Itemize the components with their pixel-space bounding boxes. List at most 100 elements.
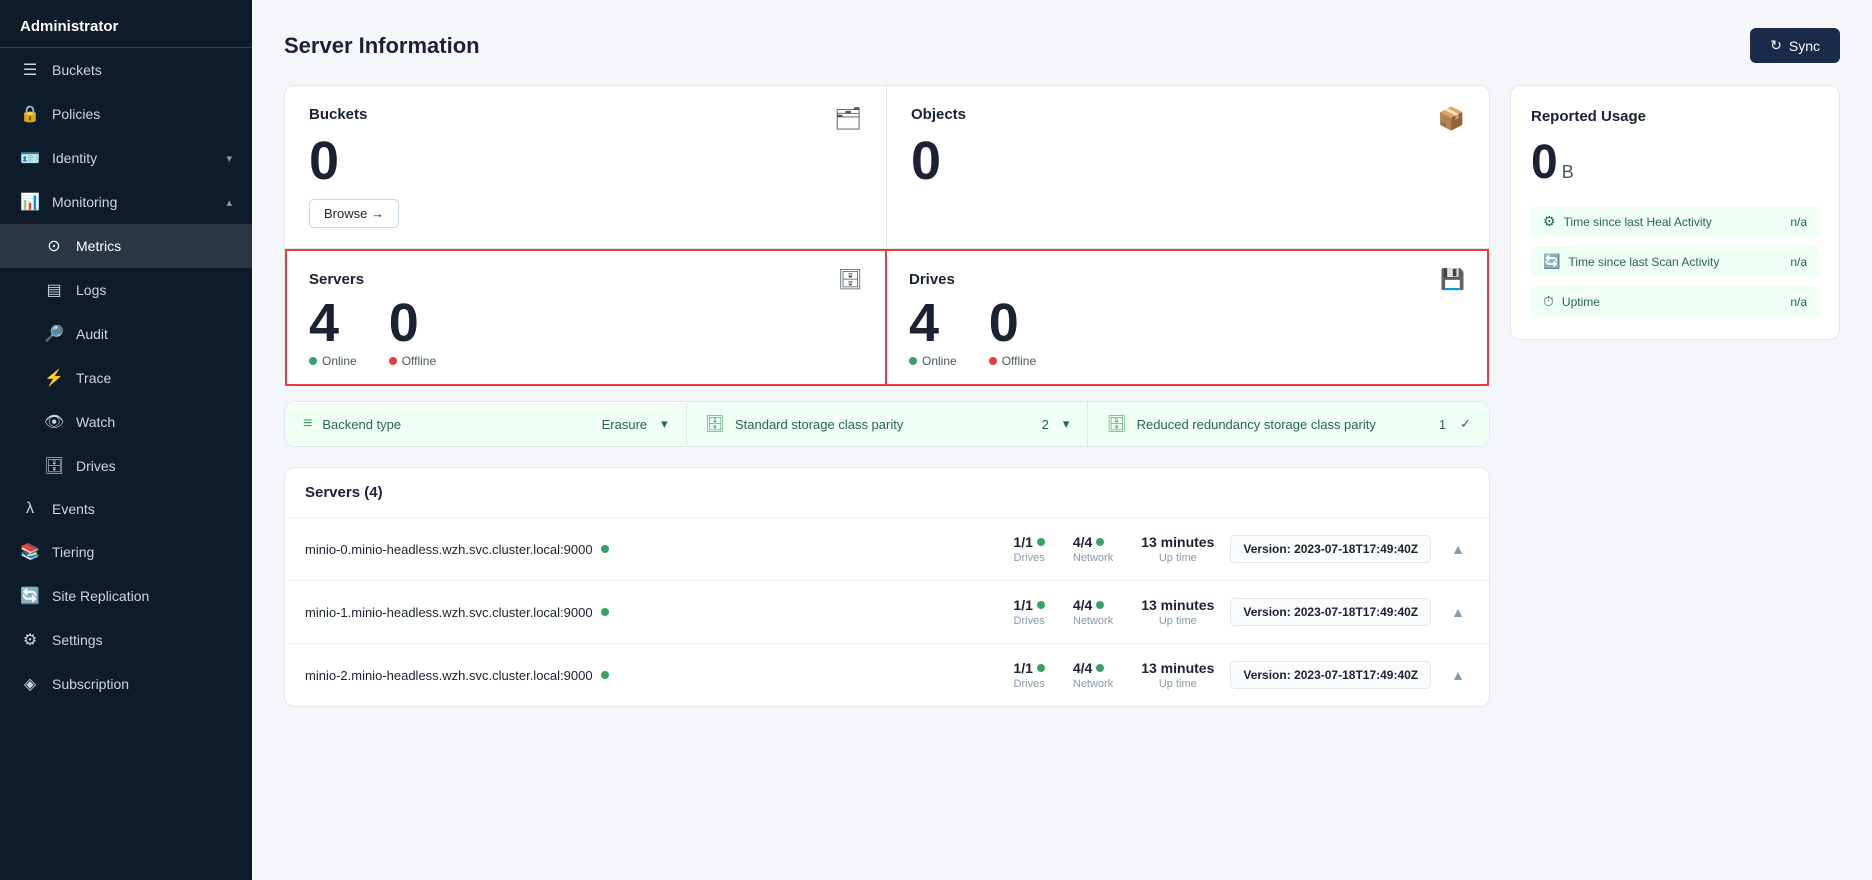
server-uptime-label-1: Up time xyxy=(1141,615,1214,627)
sidebar-item-events[interactable]: λ Events xyxy=(0,488,252,530)
server-status-dot-2 xyxy=(601,671,609,679)
sidebar-label-metrics: Metrics xyxy=(76,238,232,254)
network-stat-dot-0 xyxy=(1096,538,1104,546)
identity-chevron: ▾ xyxy=(226,152,232,165)
buckets-label: Buckets xyxy=(309,106,367,123)
drives-online-label: Online xyxy=(922,354,957,368)
server-uptime-stat-2: 13 minutes Up time xyxy=(1141,660,1214,690)
server-expand-0[interactable]: ▲ xyxy=(1447,537,1469,561)
server-name-text-2: minio-2.minio-headless.wzh.svc.cluster.l… xyxy=(305,668,593,683)
servers-stat-card: Servers 🗄 4 Online 0 xyxy=(285,249,887,386)
server-row-0: minio-0.minio-headless.wzh.svc.cluster.l… xyxy=(285,518,1489,581)
sidebar-item-watch[interactable]: 👁 Watch xyxy=(0,400,252,444)
server-uptime-label-0: Up time xyxy=(1141,552,1214,564)
sidebar-item-audit[interactable]: 🔎 Audit xyxy=(0,312,252,356)
objects-label: Objects xyxy=(911,106,966,123)
uptime-value: n/a xyxy=(1790,295,1807,309)
logs-icon: ▤ xyxy=(44,280,64,300)
sidebar-item-monitoring[interactable]: 📊 Monitoring ▴ xyxy=(0,180,252,224)
sidebar-item-identity[interactable]: 🪪 Identity ▾ xyxy=(0,136,252,180)
tiering-icon: 📚 xyxy=(20,542,40,562)
drives-offline-label: Offline xyxy=(1002,354,1036,368)
objects-value: 0 xyxy=(911,132,1465,191)
sidebar-item-trace[interactable]: ⚡ Trace xyxy=(0,356,252,400)
sidebar-item-settings[interactable]: ⚙ Settings xyxy=(0,618,252,662)
sidebar-label-watch: Watch xyxy=(76,414,232,430)
drives-stat-dot-1 xyxy=(1037,601,1045,609)
identity-icon: 🪪 xyxy=(20,148,40,168)
backend-label: Backend type xyxy=(322,417,591,432)
servers-section-title: Servers (4) xyxy=(285,468,1489,518)
server-drives-label-0: Drives xyxy=(1013,552,1044,564)
server-name-text-0: minio-0.minio-headless.wzh.svc.cluster.l… xyxy=(305,542,593,557)
server-drives-label-2: Drives xyxy=(1013,678,1044,690)
servers-section: Servers (4) minio-0.minio-headless.wzh.s… xyxy=(284,467,1490,707)
uptime-icon: ⏱ xyxy=(1543,293,1554,310)
server-row-1: minio-1.minio-headless.wzh.svc.cluster.l… xyxy=(285,581,1489,644)
browse-button[interactable]: Browse → xyxy=(309,199,399,228)
server-network-label-0: Network xyxy=(1073,552,1113,564)
server-drives-label-1: Drives xyxy=(1013,615,1044,627)
version-value-0: 2023-07-18T17:49:40Z xyxy=(1294,542,1418,556)
drives-online-dot xyxy=(909,357,917,365)
buckets-value: 0 xyxy=(309,132,862,191)
servers-stat-label: Servers xyxy=(309,271,364,288)
sidebar-item-tiering[interactable]: 📚 Tiering xyxy=(0,530,252,574)
scan-icon: 🔄 xyxy=(1543,253,1560,270)
standard-parity-label: Standard storage class parity xyxy=(735,417,1032,432)
objects-card: Objects 📦 0 xyxy=(887,86,1489,248)
servers-online-value: 4 xyxy=(309,296,357,350)
sync-button[interactable]: ↻ Sync xyxy=(1750,28,1840,63)
standard-parity-icon: 🗄 xyxy=(705,414,725,434)
stats-row-2: Servers 🗄 4 Online 0 xyxy=(284,248,1490,387)
server-drives-value-1: 1/1 xyxy=(1013,597,1044,613)
reported-usage-title: Reported Usage xyxy=(1531,108,1819,125)
server-status-dot-1 xyxy=(601,608,609,616)
server-drives-stat-0: 1/1 Drives xyxy=(1013,534,1044,564)
sidebar-label-drives: Drives xyxy=(76,458,232,474)
server-network-label-1: Network xyxy=(1073,615,1113,627)
standard-parity-dropdown-icon[interactable]: ▾ xyxy=(1063,416,1070,432)
servers-count: 4 xyxy=(369,484,377,501)
sidebar-item-logs[interactable]: ▤ Logs xyxy=(0,268,252,312)
server-network-stat-0: 4/4 Network xyxy=(1073,534,1113,564)
heal-icon: ⚙ xyxy=(1543,213,1556,230)
server-name-2: minio-2.minio-headless.wzh.svc.cluster.l… xyxy=(305,668,997,683)
page-header: Server Information ↻ Sync xyxy=(284,28,1840,63)
reported-usage-card: Reported Usage 0 B ⚙ Time since last Hea… xyxy=(1510,85,1840,340)
server-version-1: Version: 2023-07-18T17:49:40Z xyxy=(1230,598,1431,626)
left-panel: Buckets 🗂 0 Browse → Objects 📦 0 xyxy=(284,85,1490,707)
server-expand-1[interactable]: ▲ xyxy=(1447,600,1469,624)
server-expand-2[interactable]: ▲ xyxy=(1447,663,1469,687)
server-network-value-0: 4/4 xyxy=(1073,534,1113,550)
trace-icon: ⚡ xyxy=(44,368,64,388)
usage-row-scan: 🔄 Time since last Scan Activity n/a xyxy=(1531,246,1819,277)
page-title: Server Information xyxy=(284,33,480,59)
version-value-2: 2023-07-18T17:49:40Z xyxy=(1294,668,1418,682)
buckets-icon-stat: 🗂 xyxy=(834,106,862,132)
sidebar-item-site-replication[interactable]: 🔄 Site Replication xyxy=(0,574,252,618)
sidebar-item-buckets[interactable]: ☰ Buckets xyxy=(0,48,252,92)
version-prefix-2: Version: xyxy=(1243,668,1294,682)
sidebar-item-drives[interactable]: 🗄 Drives xyxy=(0,444,252,488)
metrics-icon: ⊙ xyxy=(44,236,64,256)
settings-icon: ⚙ xyxy=(20,630,40,650)
monitoring-chevron: ▴ xyxy=(226,196,232,209)
backend-dropdown-icon[interactable]: ▾ xyxy=(661,416,668,432)
top-layout: Buckets 🗂 0 Browse → Objects 📦 0 xyxy=(284,85,1840,707)
server-uptime-label-2: Up time xyxy=(1141,678,1214,690)
reduced-parity-value: 1 xyxy=(1439,417,1446,432)
usage-value: 0 xyxy=(1531,135,1558,190)
sidebar-item-subscription[interactable]: ◈ Subscription xyxy=(0,662,252,706)
drives-stat-icon: 💾 xyxy=(1440,267,1465,292)
sidebar-item-metrics[interactable]: ⊙ Metrics xyxy=(0,224,252,268)
sidebar-label-audit: Audit xyxy=(76,326,232,342)
sync-icon: ↻ xyxy=(1770,37,1782,54)
server-uptime-value-0: 13 minutes xyxy=(1141,534,1214,550)
right-panel: Reported Usage 0 B ⚙ Time since last Hea… xyxy=(1510,85,1840,707)
drives-icon: 🗄 xyxy=(44,456,64,476)
server-network-value-2: 4/4 xyxy=(1073,660,1113,676)
heal-label: Time since last Heal Activity xyxy=(1564,215,1783,229)
sidebar-item-policies[interactable]: 🔒 Policies xyxy=(0,92,252,136)
usage-rows: ⚙ Time since last Heal Activity n/a 🔄 Ti… xyxy=(1531,206,1819,317)
